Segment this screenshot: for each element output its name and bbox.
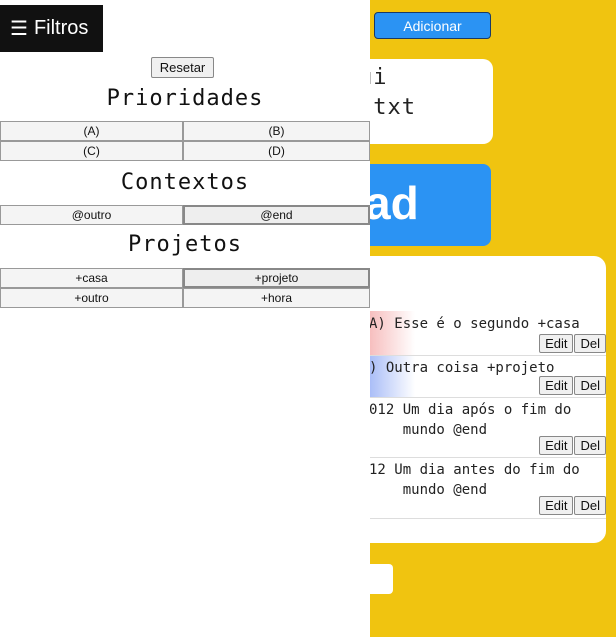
add-button[interactable]: Adicionar — [374, 12, 491, 39]
hamburger-icon: ☰ — [10, 18, 28, 40]
upload-label: ad — [365, 177, 419, 229]
projects-grid: +casa +projeto +outro +hora — [0, 268, 370, 308]
filter-toggle-label: Filtros — [33, 17, 89, 39]
projects-title: Projetos — [128, 232, 242, 257]
edit-button[interactable]: Edit — [539, 334, 574, 353]
todo-item: ) Outra coisa +projeto Edit Del — [355, 356, 606, 398]
delete-button[interactable]: Del — [574, 376, 606, 395]
reset-button[interactable]: Resetar — [151, 57, 214, 78]
contexts-grid: @outro @end — [0, 205, 370, 225]
todo-item: A) Esse é o segundo +casa Edit Del — [355, 311, 606, 356]
contexts-title: Contextos — [120, 170, 250, 195]
project-filter-projeto[interactable]: +projeto — [183, 268, 370, 288]
filter-toggle-button[interactable]: ☰ Filtros — [0, 5, 103, 52]
delete-button[interactable]: Del — [574, 334, 606, 353]
filter-sidebar: ☰ Filtros Resetar Prioridades (A) (B) (C… — [0, 0, 370, 637]
upload-area[interactable]: ad — [355, 164, 491, 246]
edit-button[interactable]: Edit — [539, 496, 574, 515]
project-filter-hora[interactable]: +hora — [183, 288, 370, 308]
todo-list: A) Esse é o segundo +casa Edit Del ) Out… — [355, 256, 606, 543]
delete-button[interactable]: Del — [574, 496, 606, 515]
context-filter-end[interactable]: @end — [183, 205, 370, 225]
todo-text: ) Outra coisa +projeto — [369, 360, 555, 376]
delete-button[interactable]: Del — [574, 436, 606, 455]
priority-filter-d[interactable]: (D) — [183, 141, 370, 161]
priorities-title: Prioridades — [106, 86, 264, 111]
todo-item: 12 Um dia antes do fim do mundo @end Edi… — [355, 458, 606, 519]
todo-text: A) Esse é o segundo +casa — [369, 316, 580, 332]
project-filter-outro[interactable]: +outro — [0, 288, 183, 308]
priority-filter-a[interactable]: (A) — [0, 121, 183, 141]
context-filter-outro[interactable]: @outro — [0, 205, 183, 225]
todo-text: 012 Um dia após o fim do mundo @end — [369, 402, 572, 438]
todo-item: 012 Um dia após o fim do mundo @end Edit… — [355, 398, 606, 458]
project-filter-casa[interactable]: +casa — [0, 268, 183, 288]
priority-filter-b[interactable]: (B) — [183, 121, 370, 141]
file-card: ui .txt — [355, 59, 493, 144]
todo-text: 12 Um dia antes do fim do mundo @end — [369, 462, 580, 498]
priorities-grid: (A) (B) (C) (D) — [0, 121, 370, 161]
edit-button[interactable]: Edit — [539, 436, 574, 455]
priority-filter-c[interactable]: (C) — [0, 141, 183, 161]
edit-button[interactable]: Edit — [539, 376, 574, 395]
